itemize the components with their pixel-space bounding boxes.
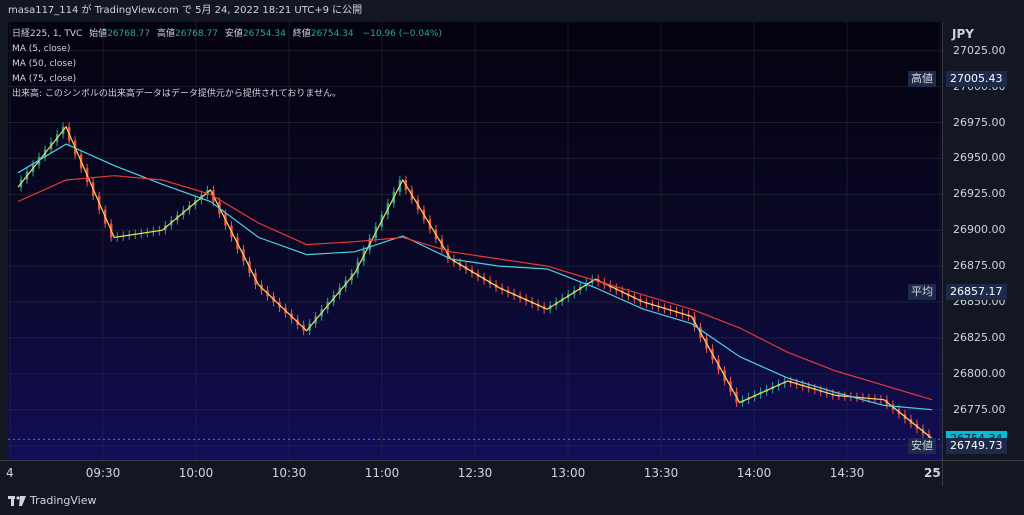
chart-legend: 日経225, 1, TVC 始値26768.77 高値26768.77 安値26… bbox=[12, 27, 442, 102]
legend-ma75[interactable]: MA (75, close) bbox=[12, 72, 442, 87]
x-tick-label: 10:30 bbox=[271, 466, 307, 480]
avg-price-label: 26857.17 bbox=[946, 283, 1007, 300]
high-tag: 高値 bbox=[908, 70, 936, 87]
x-tick-label: 09:30 bbox=[85, 466, 121, 480]
y-tick-label: 26775.00 bbox=[953, 402, 1006, 416]
legend-ma5[interactable]: MA (5, close) bbox=[12, 42, 442, 57]
price-axis[interactable]: 27025.0027000.0026975.0026950.0026925.00… bbox=[942, 22, 1024, 460]
y-tick-label: 26825.00 bbox=[953, 330, 1006, 344]
symbol-label[interactable]: 日経225, 1, TVC bbox=[12, 29, 82, 39]
footer: TradingView bbox=[0, 486, 1024, 515]
legend-ma50[interactable]: MA (50, close) bbox=[12, 57, 442, 72]
open-value: 26768.77 bbox=[107, 29, 151, 39]
low-label: 安値 bbox=[224, 29, 243, 39]
currency-label[interactable]: JPY bbox=[952, 27, 974, 41]
x-tick-label: 4 bbox=[6, 466, 14, 480]
publish-header: masa117_114 が TradingView.com で 5月 24, 2… bbox=[0, 0, 1024, 22]
x-tick-label: 13:30 bbox=[643, 466, 679, 480]
y-tick-label: 26900.00 bbox=[953, 223, 1006, 237]
x-tick-label: 12:30 bbox=[457, 466, 493, 480]
time-axis[interactable]: 4 09:30 10:00 10:30 11:00 12:30 13:00 13:30 14:0… bbox=[0, 460, 942, 486]
volume-note: 出来高: このシンボルの出来高データはデータ提供元から提供されておりません。 bbox=[12, 89, 342, 99]
tradingview-logo-icon bbox=[8, 496, 26, 506]
y-tick-label: 26800.00 bbox=[953, 366, 1006, 380]
y-tick-label: 27025.00 bbox=[953, 43, 1006, 57]
x-tick-label: 25 bbox=[924, 466, 941, 480]
y-tick-label: 26875.00 bbox=[953, 259, 1006, 273]
x-tick-label: 11:00 bbox=[364, 466, 400, 480]
x-tick-label: 14:30 bbox=[829, 466, 865, 480]
x-tick-label: 13:00 bbox=[550, 466, 586, 480]
high-value: 26768.77 bbox=[175, 29, 218, 39]
y-tick-label: 26950.00 bbox=[953, 151, 1006, 165]
x-tick-label: 10:00 bbox=[178, 466, 214, 480]
tradingview-brand[interactable]: TradingView bbox=[8, 494, 96, 507]
open-label: 始値 bbox=[89, 29, 108, 39]
high-label: 高値 bbox=[157, 29, 176, 39]
y-tick-label: 26975.00 bbox=[953, 115, 1006, 129]
low-tag: 安値 bbox=[908, 438, 936, 455]
high-price-label: 27005.43 bbox=[946, 70, 1007, 87]
brand-name: TradingView bbox=[30, 494, 97, 507]
low-value: 26754.34 bbox=[242, 29, 286, 39]
avg-tag: 平均 bbox=[908, 283, 936, 300]
close-label: 終値 bbox=[292, 29, 311, 39]
change-value: −10.96 (−0.04%) bbox=[362, 29, 442, 39]
close-value: 26754.34 bbox=[310, 29, 354, 39]
y-tick-label: 26925.00 bbox=[953, 187, 1006, 201]
axis-corner bbox=[942, 460, 1024, 486]
low-price-label: 26749.73 bbox=[946, 438, 1007, 455]
x-tick-label: 14:00 bbox=[736, 466, 772, 480]
ohlc-row: 日経225, 1, TVC 始値26768.77 高値26768.77 安値26… bbox=[12, 27, 442, 42]
